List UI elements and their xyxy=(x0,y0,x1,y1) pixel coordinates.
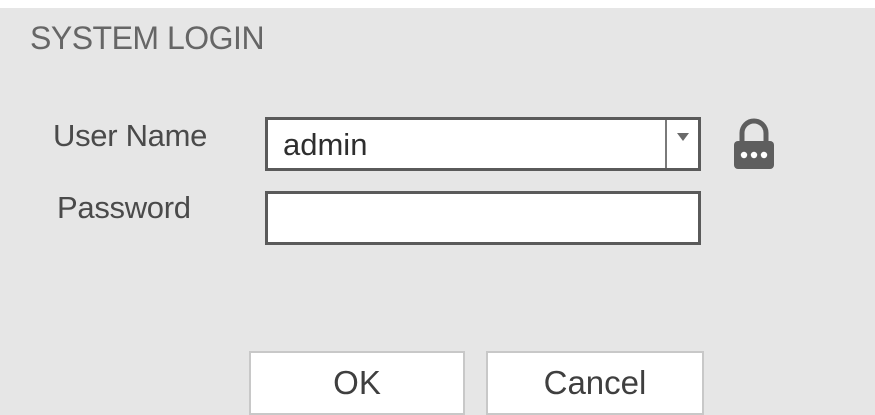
cancel-button[interactable]: Cancel xyxy=(486,351,704,415)
username-value: admin xyxy=(283,127,368,162)
password-input[interactable] xyxy=(268,194,698,242)
username-dropdown[interactable]: admin xyxy=(265,117,701,171)
chevron-down-icon[interactable] xyxy=(665,120,698,168)
password-label: Password xyxy=(57,190,191,225)
dialog-title: SYSTEM LOGIN xyxy=(30,20,265,56)
username-label: User Name xyxy=(53,118,208,153)
login-dialog: SYSTEM LOGIN User Name admin Password OK… xyxy=(0,8,875,415)
ok-button[interactable]: OK xyxy=(249,351,465,415)
lock-icon[interactable] xyxy=(731,117,777,171)
password-field-container xyxy=(265,191,701,245)
